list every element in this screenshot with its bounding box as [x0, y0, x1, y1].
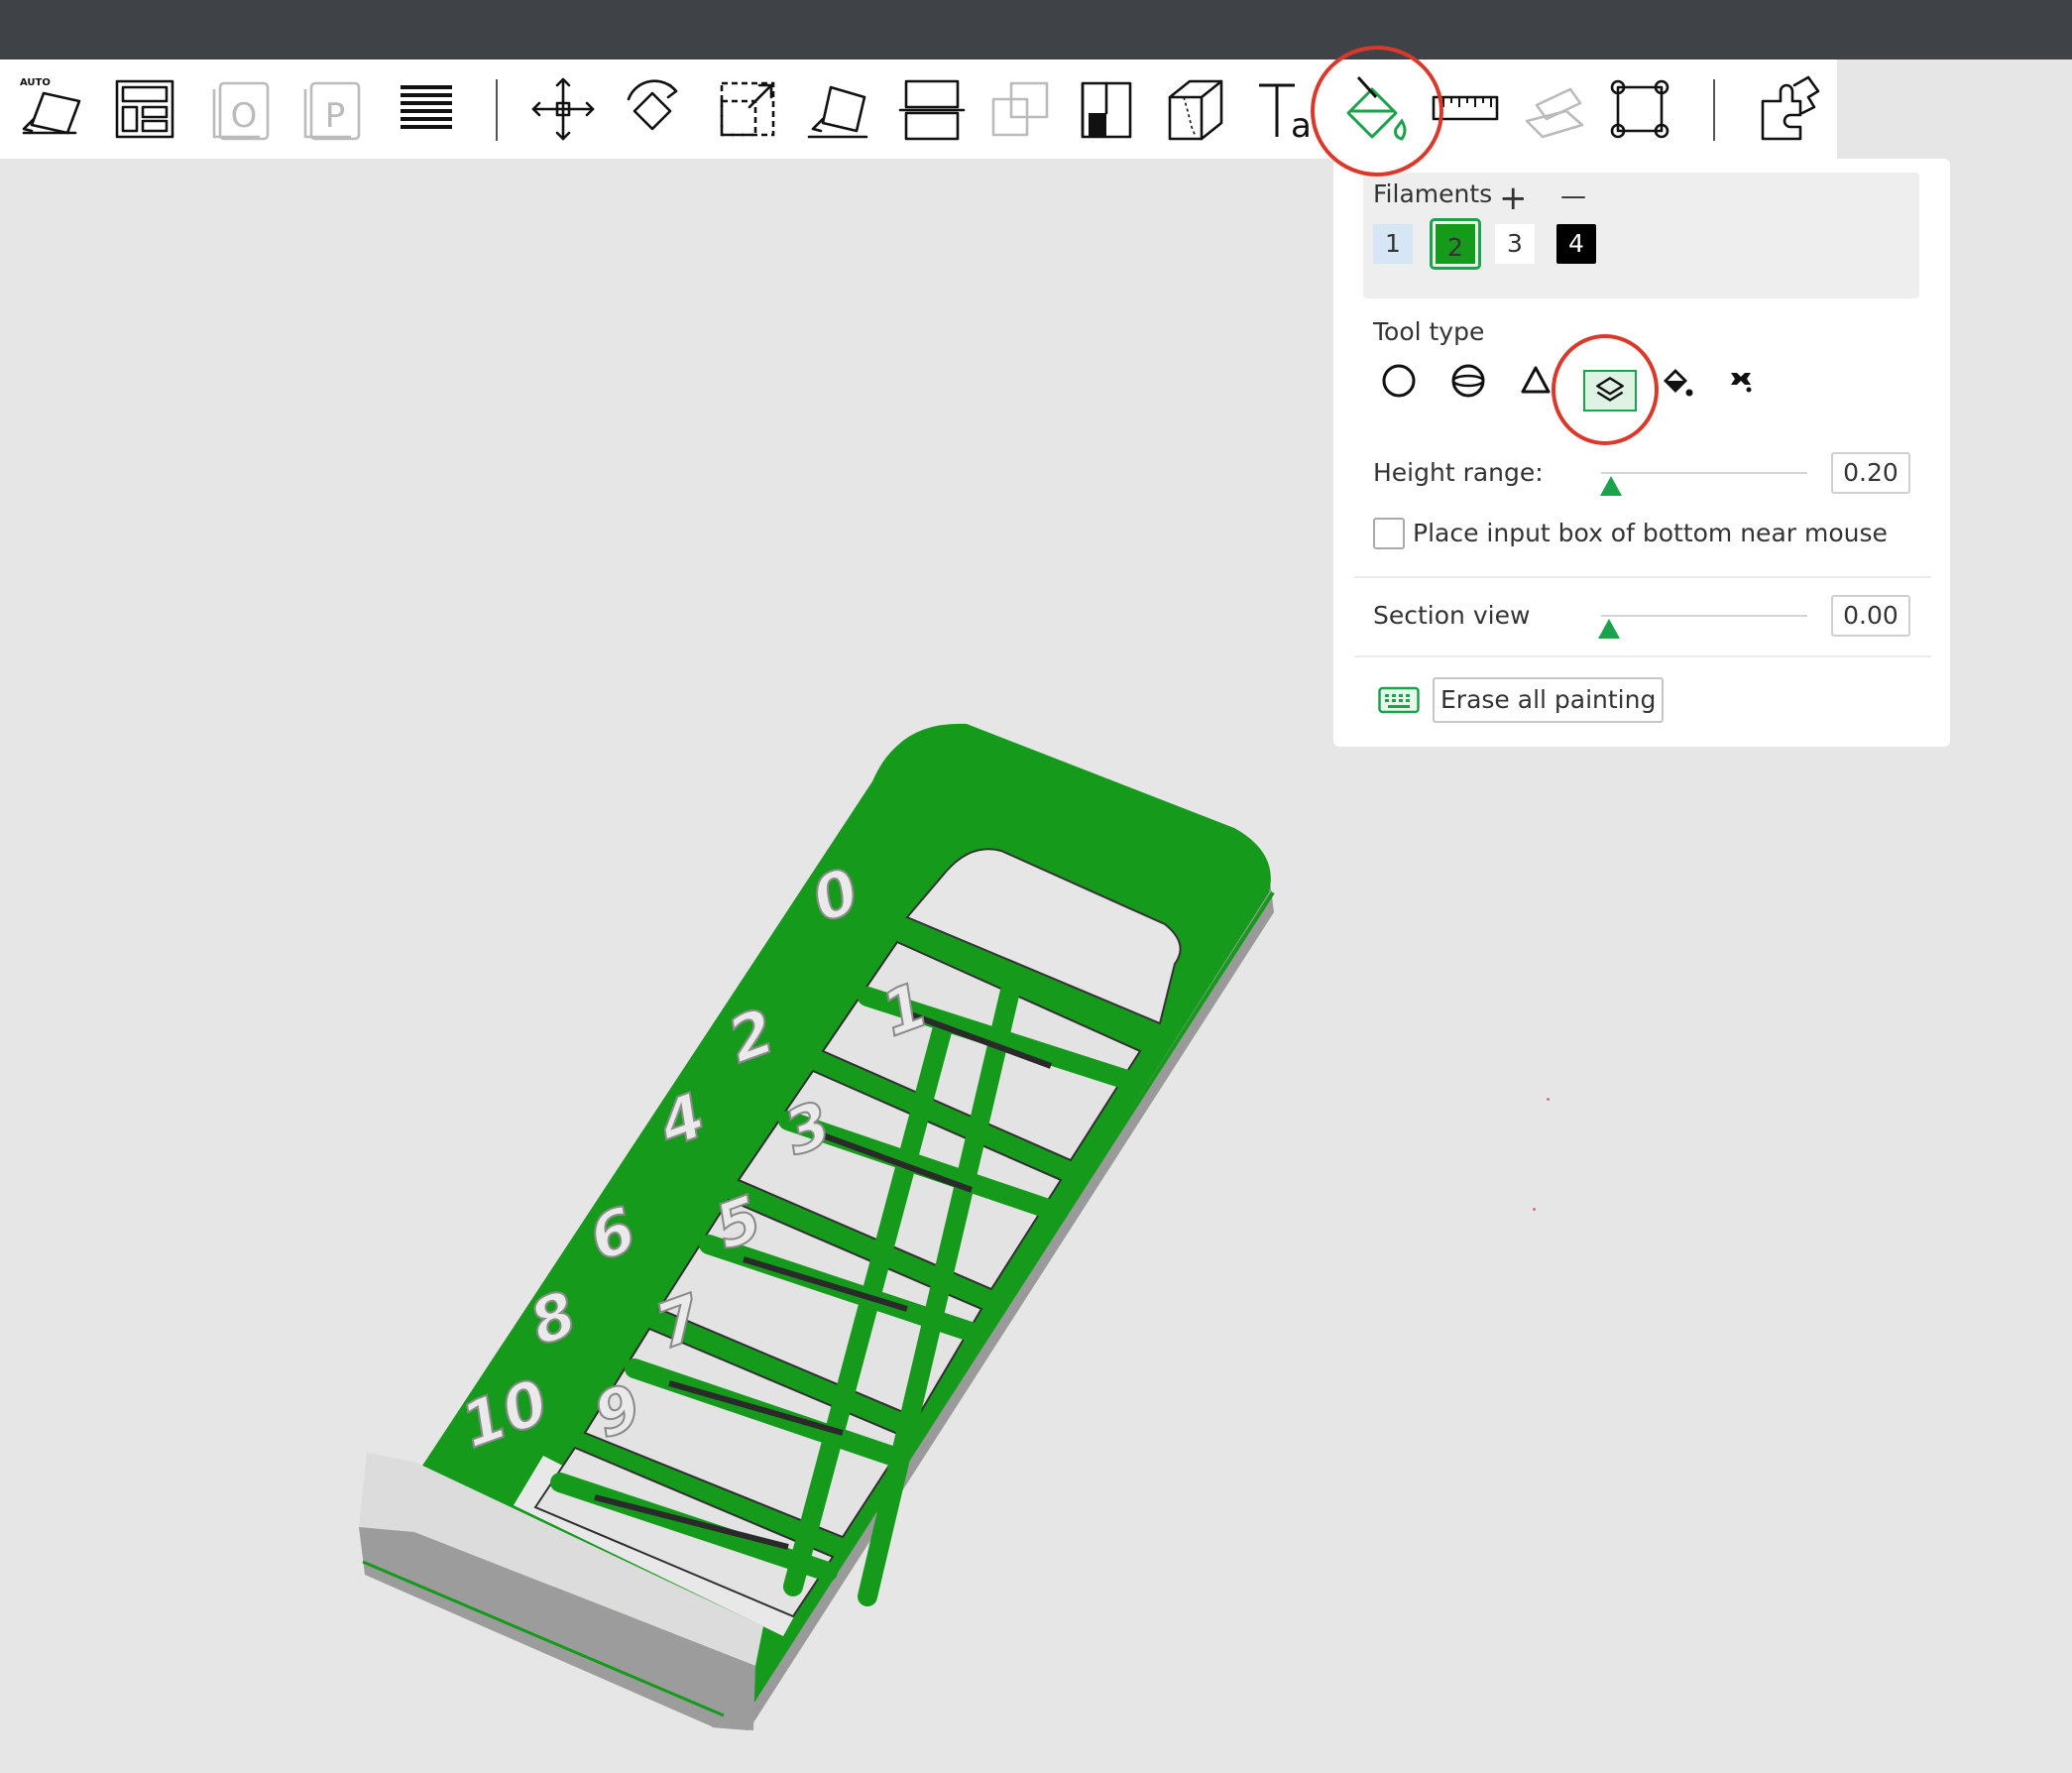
- assembly-icon: [1525, 87, 1584, 139]
- fill-bucket-icon: [1664, 369, 1693, 397]
- add-plate-button[interactable]: O: [204, 71, 280, 147]
- divider: [1354, 655, 1931, 657]
- split-button[interactable]: [894, 71, 970, 147]
- stray-mark: [1547, 1098, 1550, 1101]
- lay-on-face-button[interactable]: [801, 71, 876, 147]
- svg-text:P: P: [325, 96, 346, 136]
- plate-o-icon: O: [212, 81, 270, 141]
- puzzle-icon: [1761, 75, 1820, 141]
- auto-orient-button[interactable]: AUTO: [14, 71, 89, 147]
- height-range-input[interactable]: 0.20: [1831, 452, 1910, 494]
- move-icon: [531, 77, 595, 141]
- auto-orient-icon: AUTO: [20, 77, 81, 135]
- place-input-label: Place input box of bottom near mouse: [1413, 519, 1888, 547]
- support-paint-button[interactable]: [1069, 71, 1144, 147]
- layers-menu-button[interactable]: [389, 71, 464, 147]
- svg-text:a: a: [1291, 106, 1312, 146]
- annotation-circle: [1311, 46, 1443, 177]
- sphere-tool[interactable]: [1444, 357, 1492, 405]
- scale-icon: [720, 81, 775, 137]
- plate-p-icon: P: [303, 81, 361, 141]
- assembly-button[interactable]: [1517, 71, 1592, 147]
- scale-button[interactable]: [710, 71, 785, 147]
- filament-swatch-3[interactable]: 3: [1495, 224, 1535, 264]
- seam-paint-button[interactable]: [1158, 71, 1233, 147]
- rotate-button[interactable]: [615, 71, 690, 147]
- color-painting-panel: Filaments + — 1 2 3 4 Tool type Height r…: [1333, 159, 1950, 747]
- support-paint-icon: [1081, 81, 1132, 139]
- divider: [1354, 576, 1931, 578]
- plate-p-button[interactable]: P: [295, 71, 371, 147]
- filament-swatch-2[interactable]: 2: [1430, 218, 1481, 270]
- brim-ears-button[interactable]: [1751, 71, 1826, 147]
- section-view-thumb[interactable]: [1598, 619, 1621, 639]
- tool-type-label: Tool type: [1373, 317, 1485, 346]
- filaments-label: Filaments: [1373, 179, 1493, 208]
- toolbar-separator: [496, 79, 498, 141]
- boolean-icon: [991, 81, 1049, 137]
- rotate-icon: [627, 79, 678, 131]
- place-input-checkbox[interactable]: [1373, 518, 1405, 549]
- split-icon: [898, 79, 966, 141]
- annotation-circle: [1552, 334, 1659, 445]
- remove-filament-button[interactable]: —: [1560, 181, 1586, 211]
- move-button[interactable]: [525, 71, 601, 147]
- title-bar: [0, 0, 2072, 59]
- stray-mark: [1533, 1208, 1536, 1211]
- boolean-button[interactable]: [983, 71, 1059, 147]
- svg-text:O: O: [231, 96, 258, 136]
- fill-tool[interactable]: [1652, 357, 1699, 405]
- gap-fill-icon: [1731, 373, 1752, 393]
- toolbar: AUTO O Pa: [0, 59, 1837, 159]
- svg-text:AUTO: AUTO: [20, 77, 51, 88]
- hamburger-icon: [401, 85, 452, 129]
- height-range-thumb[interactable]: [1600, 476, 1623, 496]
- gap-fill-tool[interactable]: [1717, 357, 1765, 405]
- seam-icon: [1168, 79, 1223, 141]
- keyboard-shortcuts-button[interactable]: [1378, 686, 1420, 714]
- height-range-label: Height range:: [1373, 458, 1544, 487]
- section-view-input[interactable]: 0.00: [1831, 595, 1910, 637]
- circle-icon: [1382, 364, 1416, 398]
- keyboard-icon: [1378, 686, 1420, 714]
- circle-tool[interactable]: [1375, 357, 1423, 405]
- section-view-slider[interactable]: [1601, 615, 1807, 617]
- arrange-button[interactable]: [107, 71, 182, 147]
- bounding-box-icon: [1610, 79, 1669, 139]
- lay-on-face-icon: [807, 85, 868, 139]
- add-filament-button[interactable]: +: [1499, 178, 1528, 218]
- height-range-slider[interactable]: [1601, 472, 1807, 474]
- filament-swatch-4[interactable]: 4: [1556, 224, 1596, 264]
- variable-layer-button[interactable]: [1602, 71, 1677, 147]
- section-view-label: Section view: [1373, 601, 1531, 630]
- toolbar-separator: [1713, 79, 1715, 141]
- filament-swatch-1[interactable]: 1: [1373, 224, 1413, 264]
- arrange-icon: [115, 79, 174, 139]
- sphere-icon: [1451, 364, 1485, 398]
- erase-all-button[interactable]: Erase all painting: [1433, 677, 1665, 723]
